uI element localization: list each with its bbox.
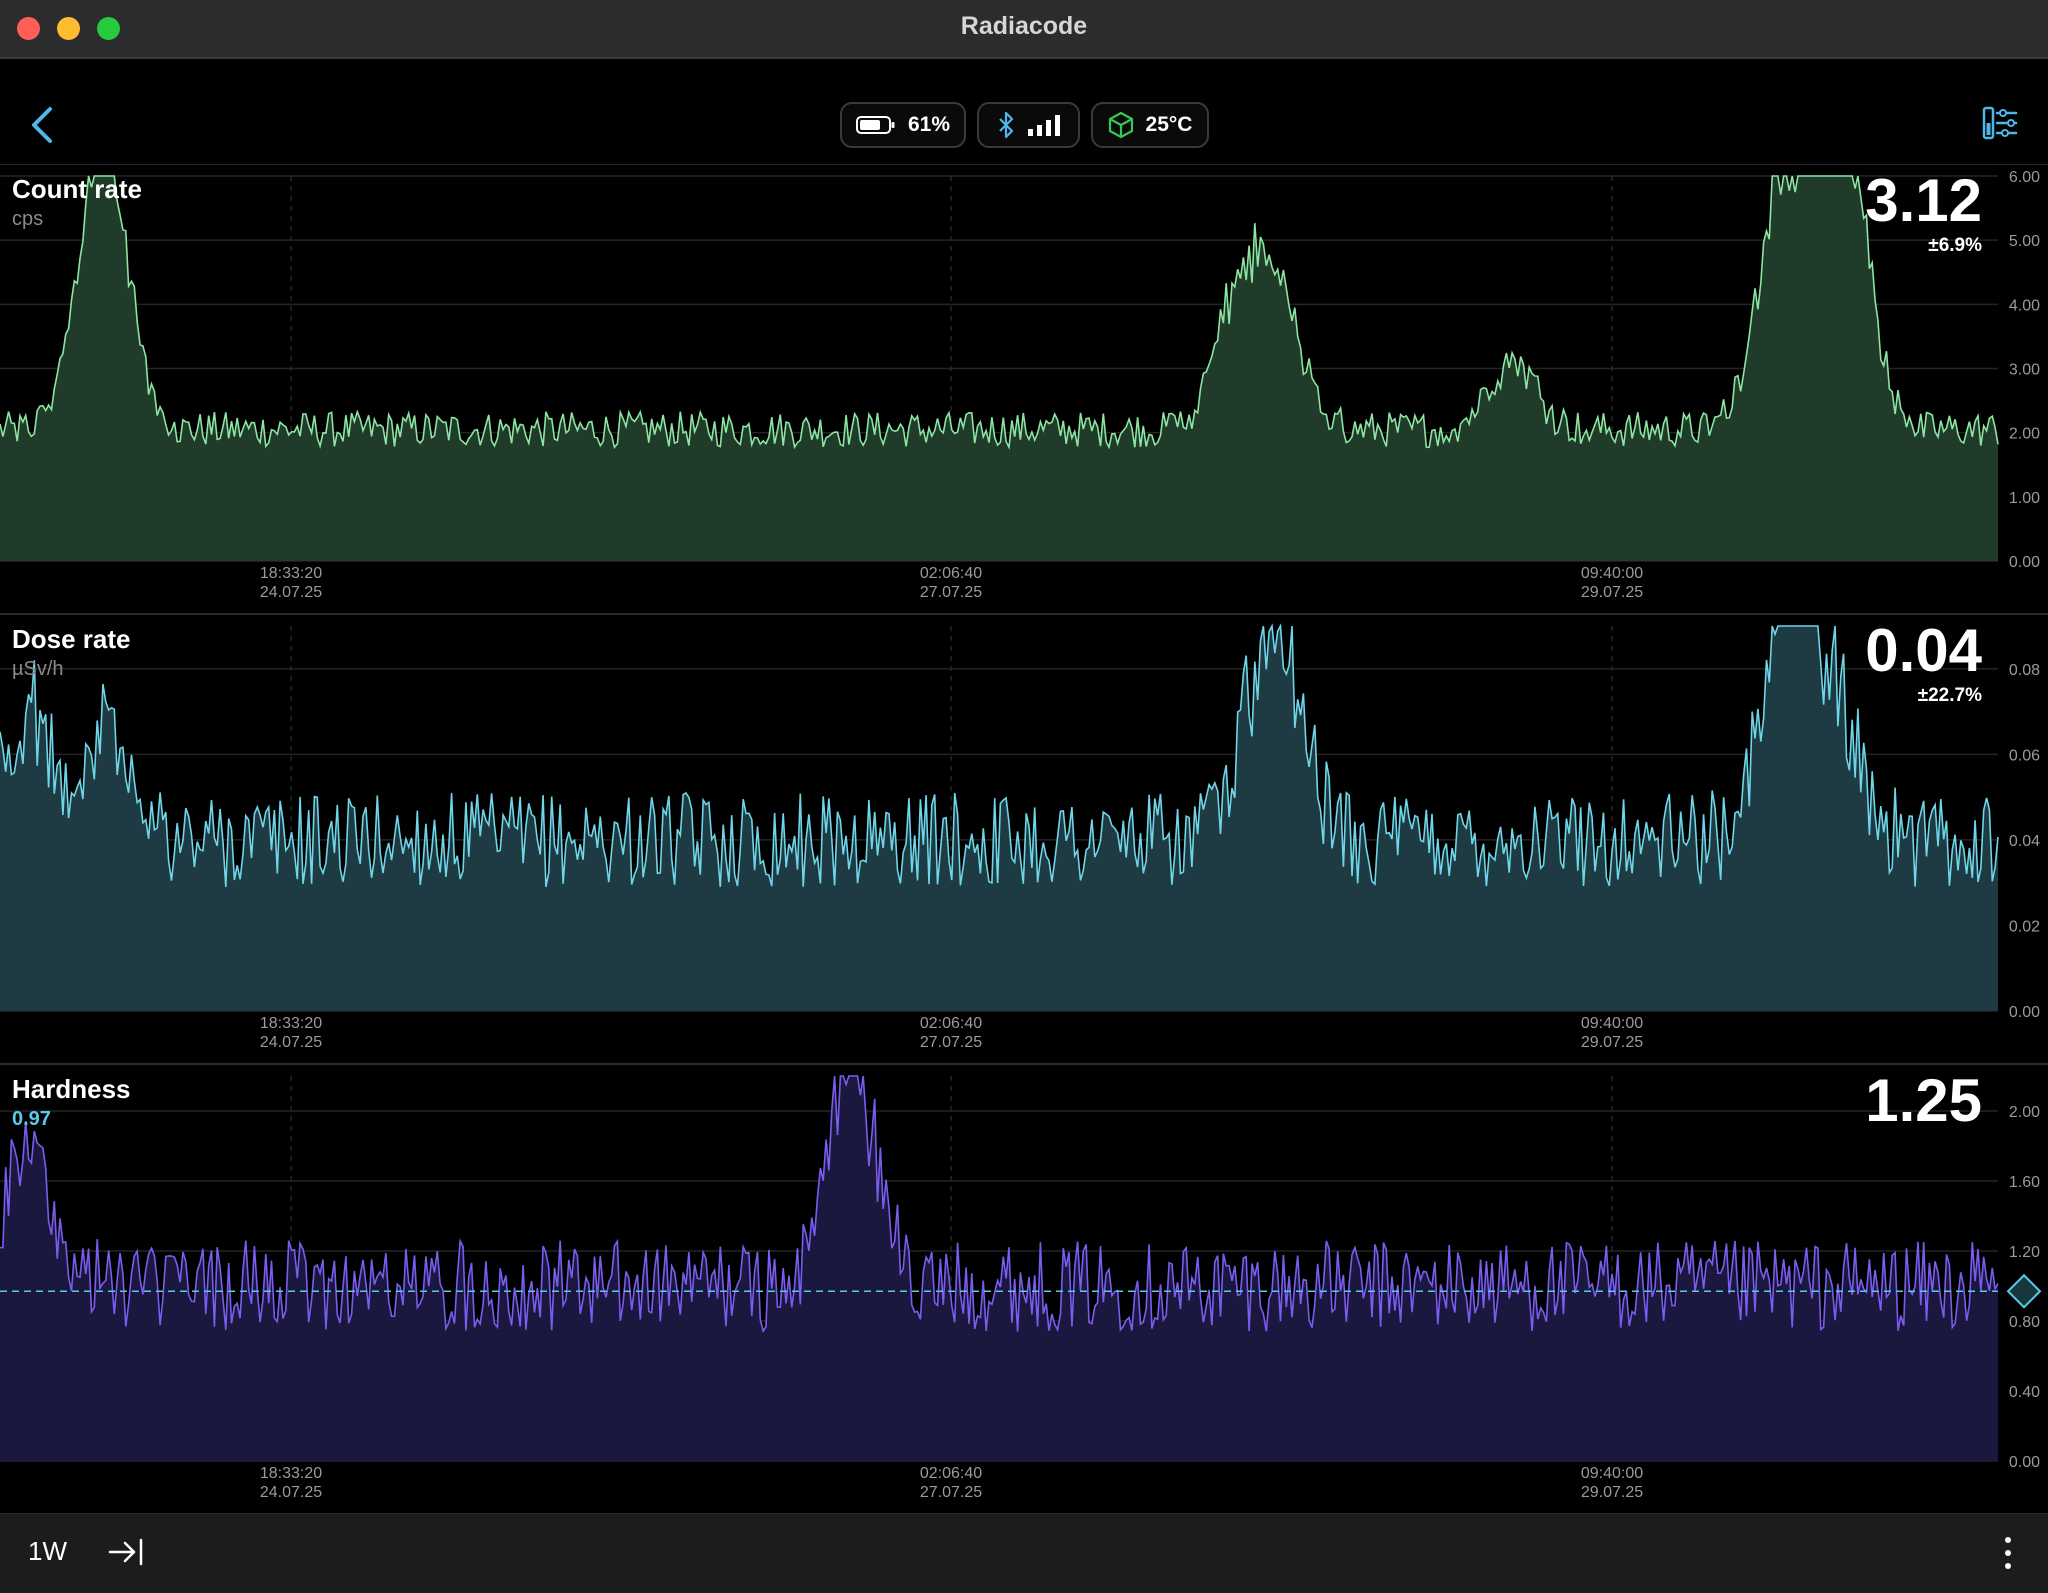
x-tick-time: 09:40:00: [1581, 1015, 1643, 1032]
x-tick-date: 24.07.25: [260, 1484, 322, 1501]
connection-status[interactable]: [977, 102, 1080, 148]
x-tick-date: 29.07.25: [1581, 584, 1643, 601]
back-chevron-icon[interactable]: [28, 105, 58, 145]
y-tick-label: 0.00: [2009, 1454, 2040, 1471]
panel-divider: [0, 613, 2048, 615]
series-line: [0, 175, 1999, 450]
hardness-panel: 2.00 1.60 1.20 0.80 0.40 0.00 18:33:20 24.07.25…: [0, 1066, 2048, 1513]
battery-icon: [855, 116, 895, 134]
x-tick-date: 27.07.25: [920, 1034, 982, 1051]
y-tick-label: 2.00: [2009, 1104, 2040, 1121]
window-title: Radiacode: [960, 12, 1088, 40]
x-tick-time: 18:33:20: [260, 565, 322, 582]
current-hardness: 1.25: [1865, 1067, 1982, 1134]
y-tick-label: 0.06: [2009, 747, 2040, 764]
temperature-value: 25°C: [1145, 113, 1193, 136]
signal-strength-icon: [1027, 115, 1060, 136]
hardness-marker-value: 0.97: [12, 1108, 51, 1130]
dose-rate-panel: 0.08 0.06 0.04 0.02 0.00 18:33:20 24.07.25 02:0…: [0, 616, 2048, 1063]
y-tick-label: 1.60: [2009, 1174, 2040, 1191]
display-settings-icon[interactable]: [1982, 105, 2018, 141]
count-rate-panel: 6.00 5.00 4.00 3.00 2.00 1.00 0.00 18:33:20 24.0…: [0, 166, 2048, 613]
y-tick-label: 1.20: [2009, 1244, 2040, 1261]
x-tick-date: 24.07.25: [260, 1034, 322, 1051]
y-tick-label: 0.02: [2009, 918, 2040, 935]
x-tick-date: 29.07.25: [1581, 1484, 1643, 1501]
y-tick-label: 4.00: [2009, 297, 2040, 314]
more-options-icon[interactable]: [2002, 1536, 2014, 1570]
y-tick-label: 0.40: [2009, 1384, 2040, 1401]
count-rate-chart[interactable]: 6.00 5.00 4.00 3.00 2.00 1.00 0.00 18:33:20 24.0…: [0, 166, 2048, 613]
x-tick-time: 09:40:00: [1581, 565, 1643, 582]
title-bar: Radiacode: [0, 0, 2048, 59]
reference-marker-handle: [2006, 1273, 2042, 1309]
y-tick-label: 2.00: [2009, 426, 2040, 443]
y-tick-label: 5.00: [2009, 233, 2040, 250]
x-tick-date: 24.07.25: [260, 584, 322, 601]
jump-to-latest-icon[interactable]: [108, 1536, 144, 1568]
x-tick-time: 18:33:20: [260, 1015, 322, 1032]
battery-status[interactable]: 61%: [840, 102, 966, 148]
x-tick-time: 02:06:40: [920, 1015, 982, 1032]
panel-unit: cps: [12, 208, 44, 230]
x-tick-date: 29.07.25: [1581, 1034, 1643, 1051]
bottom-bar: 1W: [0, 1513, 2048, 1593]
current-count-rate: 3.12: [1865, 167, 1982, 234]
hardness-chart[interactable]: 2.00 1.60 1.20 0.80 0.40 0.00 18:33:20 24.07.25…: [0, 1066, 2048, 1513]
x-tick-date: 27.07.25: [920, 584, 982, 601]
panel-title: Hardness: [12, 1074, 131, 1104]
cube-icon: [1108, 111, 1133, 139]
x-tick-time: 02:06:40: [920, 1465, 982, 1482]
count-rate-error: ±6.9%: [1928, 235, 1982, 256]
x-tick-date: 27.07.25: [920, 1484, 982, 1501]
x-tick-time: 09:40:00: [1581, 1465, 1643, 1482]
bluetooth-icon: [998, 111, 1013, 139]
panel-divider: [0, 1063, 2048, 1065]
temperature-status[interactable]: 25°C: [1091, 102, 1209, 148]
dose-rate-error: ±22.7%: [1917, 685, 1982, 706]
current-dose-rate: 0.04: [1865, 617, 1982, 684]
y-tick-label: 0.08: [2009, 662, 2040, 679]
y-tick-label: 6.00: [2009, 169, 2040, 186]
panel-unit: µSv/h: [12, 658, 64, 680]
dose-rate-chart[interactable]: 0.08 0.06 0.04 0.02 0.00 18:33:20 24.07.25 02:0…: [0, 616, 2048, 1063]
toolbar: 61% 25°C: [0, 59, 2048, 165]
panel-title: Count rate: [12, 174, 142, 204]
y-tick-label: 1.00: [2009, 490, 2040, 507]
battery-level: 61%: [907, 113, 951, 136]
y-tick-label: 0.00: [2009, 554, 2040, 571]
time-range-button[interactable]: 1W: [28, 1536, 67, 1567]
y-tick-label: 3.00: [2009, 362, 2040, 379]
y-tick-label: 0.00: [2009, 1004, 2040, 1021]
y-tick-label: 0.04: [2009, 833, 2040, 850]
y-tick-label: 0.80: [2009, 1314, 2040, 1331]
x-tick-time: 18:33:20: [260, 1465, 322, 1482]
x-tick-time: 02:06:40: [920, 565, 982, 582]
panel-title: Dose rate: [12, 624, 131, 654]
